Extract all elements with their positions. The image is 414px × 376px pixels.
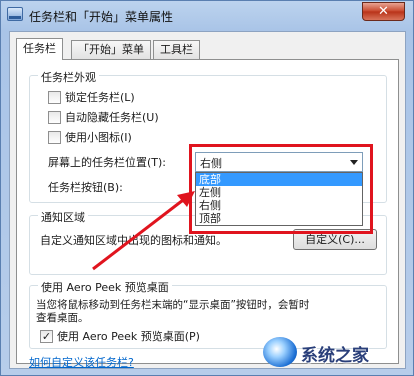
close-button[interactable]: ✕ (362, 2, 405, 21)
notification-group-title: 通知区域 (38, 209, 88, 225)
small-icons-checkbox[interactable] (48, 130, 61, 144)
autohide-checkbox-row[interactable]: 自动隐藏任务栏(U) (48, 109, 159, 125)
small-icons-checkbox-row[interactable]: 使用小图标(I) (48, 129, 132, 145)
window-title: 任务栏和「开始」菜单属性 (29, 10, 174, 24)
dialog-body: 任务栏 「开始」菜单 工具栏 任务栏外观 锁定任务栏(L) 自动隐藏任务栏(U)… (9, 31, 406, 369)
watermark-text: 系统之家 (301, 346, 369, 366)
annotation-highlight-box (189, 144, 373, 234)
notification-description: 自定义通知区域中出现的图标和通知。 (40, 234, 227, 247)
aero-peek-label: 使用 Aero Peek 预览桌面(P) (57, 330, 200, 343)
tab-toolbars[interactable]: 工具栏 (153, 40, 200, 59)
lock-taskbar-checkbox-row[interactable]: 锁定任务栏(L) (48, 89, 135, 105)
appearance-group-title: 任务栏外观 (38, 69, 99, 85)
aero-peek-checkbox-row[interactable]: ✓ 使用 Aero Peek 预览桌面(P) (40, 328, 200, 344)
watermark-logo-icon (263, 337, 297, 367)
aero-peek-checkbox[interactable]: ✓ (40, 329, 53, 343)
position-label: 屏幕上的任务栏位置(T): (48, 156, 167, 169)
properties-window: 任务栏和「开始」菜单属性 ✕ 任务栏 「开始」菜单 工具栏 任务栏外观 锁定任务… (0, 0, 414, 376)
autohide-checkbox[interactable] (48, 110, 61, 124)
taskbar-app-icon (7, 7, 23, 21)
aero-peek-group-title: 使用 Aero Peek 预览桌面 (38, 279, 172, 295)
small-icons-label: 使用小图标(I) (65, 131, 132, 144)
watermark: 系统之家 (263, 333, 411, 373)
tab-taskbar[interactable]: 任务栏 (16, 38, 63, 60)
lock-taskbar-label: 锁定任务栏(L) (65, 91, 135, 104)
tab-start-menu[interactable]: 「开始」菜单 (71, 40, 151, 59)
autohide-label: 自动隐藏任务栏(U) (65, 111, 159, 124)
aero-peek-description-line2: 查看桌面。 (36, 312, 89, 324)
title-bar[interactable]: 任务栏和「开始」菜单属性 ✕ (1, 1, 413, 31)
help-link[interactable]: 如何自定义该任务栏? (29, 354, 134, 370)
tab-panel-taskbar: 任务栏外观 锁定任务栏(L) 自动隐藏任务栏(U) 使用小图标(I) 屏幕上的任… (16, 59, 399, 369)
taskbar-buttons-label: 任务栏按钮(B): (48, 181, 123, 194)
lock-taskbar-checkbox[interactable] (48, 90, 61, 104)
